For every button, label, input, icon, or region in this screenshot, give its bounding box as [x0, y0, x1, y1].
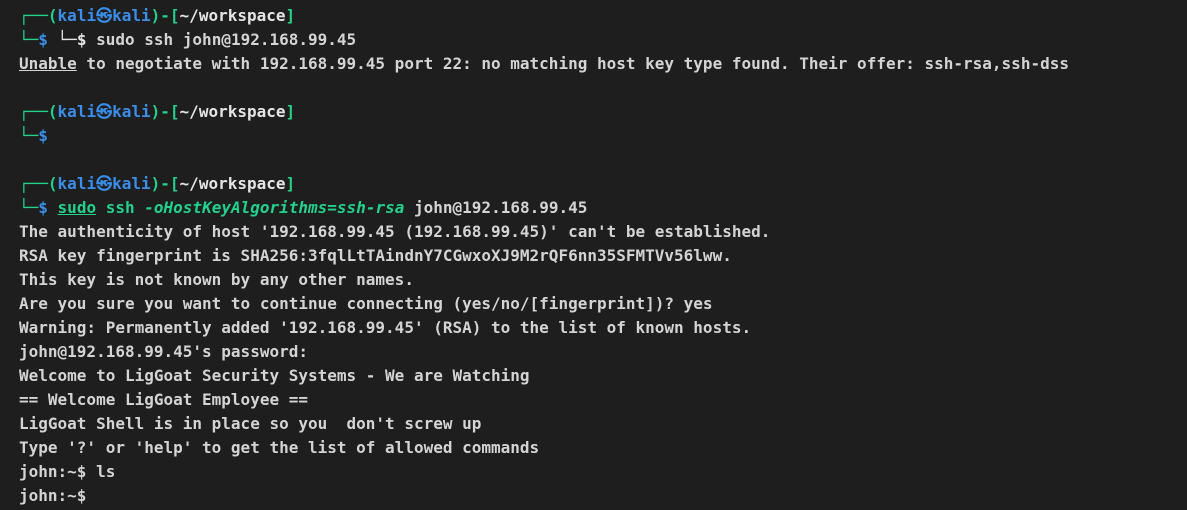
- prompt-host: kali: [112, 6, 151, 25]
- output-line: RSA key fingerprint is SHA256:3fqlLtTAin…: [19, 246, 732, 265]
- output-line: == Welcome LigGoat Employee ==: [19, 390, 308, 409]
- prompt-at-icon: ㉿: [96, 174, 113, 193]
- prompt-input-2: └─$: [19, 126, 48, 145]
- prompt-header-1: ┌──(kali㉿kali)-[~/workspace]: [19, 6, 296, 25]
- prompt-header-2: ┌──(kali㉿kali)-[~/workspace]: [19, 102, 296, 121]
- output-line: Welcome to LigGoat Security Systems - We…: [19, 366, 530, 385]
- prompt-at-icon: ㉿: [96, 6, 113, 25]
- command-option: -oHostKeyAlgorithms=ssh-rsa: [144, 198, 405, 217]
- output-line: Warning: Permanently added '192.168.99.4…: [19, 318, 752, 337]
- shell-prompt-line: john:~$ ls: [19, 462, 116, 481]
- prompt-header-3: ┌──(kali㉿kali)-[~/workspace]: [19, 174, 296, 193]
- prompt-at-icon: ㉿: [96, 102, 113, 121]
- output-line: john@192.168.99.45's password:: [19, 342, 308, 361]
- command-target: john@192.168.99.45: [414, 198, 588, 217]
- prompt-user: kali: [57, 6, 97, 25]
- command-ssh: ssh: [105, 198, 135, 217]
- prompt-cwd: ~/workspace: [179, 6, 286, 25]
- output-line: The authenticity of host '192.168.99.45 …: [19, 222, 771, 241]
- shell-prompt-current[interactable]: john:~$: [19, 484, 1187, 508]
- prompt-input-1: └─$ └─$ sudo ssh john@192.168.99.45: [19, 30, 357, 49]
- terminal-window[interactable]: ┌──(kali㉿kali)-[~/workspace] └─$ └─$ sud…: [0, 0, 1187, 510]
- output-line: LigGoat Shell is in place so you don't s…: [19, 414, 482, 433]
- command-text-1: sudo ssh john@192.168.99.45: [96, 30, 357, 49]
- output-line: Are you sure you want to continue connec…: [19, 294, 713, 313]
- prompt-input-3: └─$ sudo ssh -oHostKeyAlgorithms=ssh-rsa…: [19, 198, 588, 217]
- output-line: This key is not known by any other names…: [19, 270, 414, 289]
- output-line: Unable to negotiate with 192.168.99.45 p…: [19, 54, 1069, 73]
- output-line: Type '?' or 'help' to get the list of al…: [19, 438, 540, 457]
- command-sudo: sudo: [57, 198, 97, 217]
